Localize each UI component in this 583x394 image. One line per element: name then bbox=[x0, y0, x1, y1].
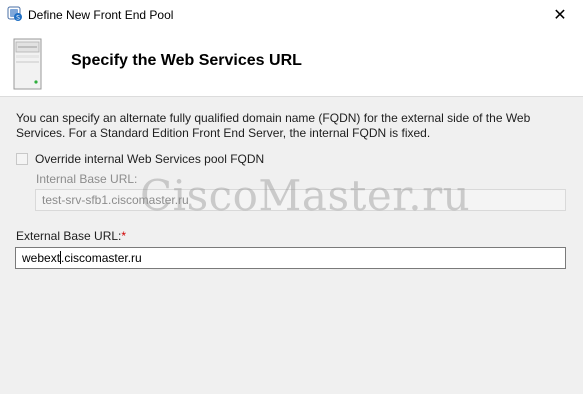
close-button[interactable]: ✕ bbox=[537, 0, 583, 30]
external-base-url-label-text: External Base URL: bbox=[16, 229, 122, 243]
override-fqdn-label[interactable]: Override internal Web Services pool FQDN bbox=[35, 152, 264, 166]
window-title: Define New Front End Pool bbox=[28, 8, 174, 22]
close-icon: ✕ bbox=[553, 7, 567, 24]
internal-base-url-field: test-srv-sfb1.ciscomaster.ru bbox=[35, 189, 566, 211]
override-fqdn-checkbox[interactable] bbox=[16, 153, 28, 165]
page-title: Specify the Web Services URL bbox=[71, 52, 302, 69]
page-header: Specify the Web Services URL bbox=[0, 30, 583, 96]
override-fqdn-option[interactable]: Override internal Web Services pool FQDN bbox=[16, 152, 264, 166]
external-base-url-field[interactable]: webext.ciscomaster.ru bbox=[15, 247, 566, 269]
svg-text:S: S bbox=[16, 15, 20, 22]
required-marker: * bbox=[121, 229, 127, 243]
title-bar: S Define New Front End Pool ✕ bbox=[0, 0, 583, 30]
server-icon bbox=[13, 38, 42, 90]
skype-app-icon: S bbox=[7, 6, 22, 22]
description-text: You can specify an alternate fully quali… bbox=[16, 111, 531, 140]
external-url-text-before-caret: webext bbox=[22, 251, 61, 265]
header-divider bbox=[0, 96, 583, 97]
external-url-text-after-caret: .ciscomaster.ru bbox=[61, 251, 142, 265]
external-base-url-label: External Base URL:* bbox=[16, 229, 126, 243]
internal-base-url-label: Internal Base URL: bbox=[36, 172, 138, 186]
